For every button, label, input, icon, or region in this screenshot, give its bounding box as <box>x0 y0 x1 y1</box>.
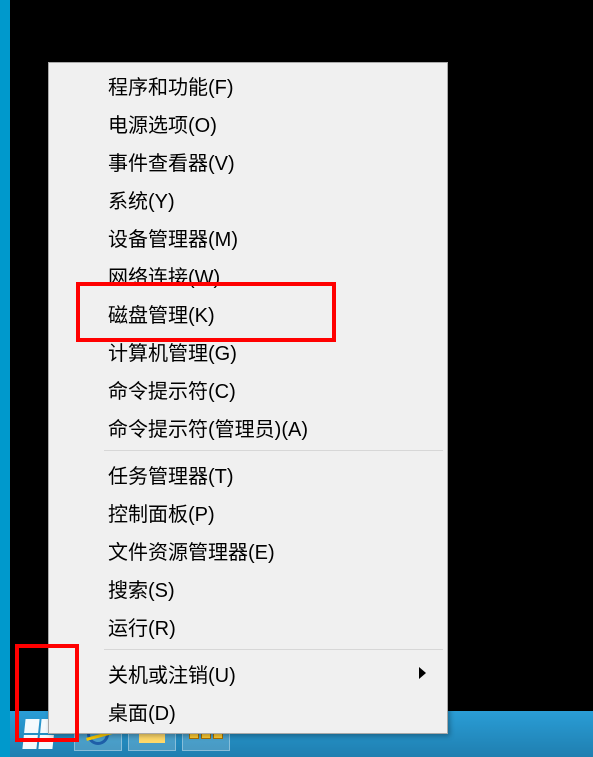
menu-item-label: 事件查看器(V) <box>108 147 235 176</box>
menu-item-label: 命令提示符(管理员)(A) <box>108 413 308 442</box>
menu-item-command-prompt[interactable]: 命令提示符(C) <box>52 370 444 408</box>
menu-item-label: 电源选项(O) <box>108 109 217 138</box>
menu-item-search[interactable]: 搜索(S) <box>52 569 444 607</box>
menu-item-label: 计算机管理(G) <box>108 337 237 366</box>
menu-item-event-viewer[interactable]: 事件查看器(V) <box>52 142 444 180</box>
menu-separator <box>104 450 443 451</box>
menu-item-label: 程序和功能(F) <box>108 71 234 100</box>
menu-item-run[interactable]: 运行(R) <box>52 607 444 645</box>
menu-item-label: 文件资源管理器(E) <box>108 536 275 565</box>
menu-item-label: 系统(Y) <box>108 185 175 214</box>
menu-item-task-manager[interactable]: 任务管理器(T) <box>52 455 444 493</box>
menu-item-label: 网络连接(W) <box>108 261 220 290</box>
menu-item-label: 运行(R) <box>108 612 176 641</box>
menu-item-device-manager[interactable]: 设备管理器(M) <box>52 218 444 256</box>
menu-item-control-panel[interactable]: 控制面板(P) <box>52 493 444 531</box>
menu-item-file-explorer[interactable]: 文件资源管理器(E) <box>52 531 444 569</box>
menu-item-label: 设备管理器(M) <box>108 223 238 252</box>
menu-item-programs-features[interactable]: 程序和功能(F) <box>52 66 444 104</box>
menu-item-label: 搜索(S) <box>108 574 175 603</box>
menu-item-label: 控制面板(P) <box>108 498 215 527</box>
menu-item-label: 磁盘管理(K) <box>108 299 215 328</box>
menu-item-system[interactable]: 系统(Y) <box>52 180 444 218</box>
menu-item-shutdown-signout[interactable]: 关机或注销(U) <box>52 654 444 692</box>
menu-item-label: 命令提示符(C) <box>108 375 236 404</box>
menu-separator <box>104 649 443 650</box>
menu-item-power-options[interactable]: 电源选项(O) <box>52 104 444 142</box>
menu-item-computer-management[interactable]: 计算机管理(G) <box>52 332 444 370</box>
desktop-viewport: 程序和功能(F) 电源选项(O) 事件查看器(V) 系统(Y) 设备管理器(M) 网络连接… <box>0 0 593 757</box>
menu-item-label: 桌面(D) <box>108 697 176 726</box>
submenu-arrow-icon <box>419 667 426 679</box>
winx-context-menu: 程序和功能(F) 电源选项(O) 事件查看器(V) 系统(Y) 设备管理器(M) 网络连接… <box>48 62 448 734</box>
menu-item-desktop[interactable]: 桌面(D) <box>52 692 444 730</box>
menu-item-network-connections[interactable]: 网络连接(W) <box>52 256 444 294</box>
menu-item-disk-management[interactable]: 磁盘管理(K) <box>52 294 444 332</box>
menu-item-command-prompt-admin[interactable]: 命令提示符(管理员)(A) <box>52 408 444 446</box>
menu-item-label: 任务管理器(T) <box>108 460 234 489</box>
menu-item-label: 关机或注销(U) <box>108 659 236 688</box>
